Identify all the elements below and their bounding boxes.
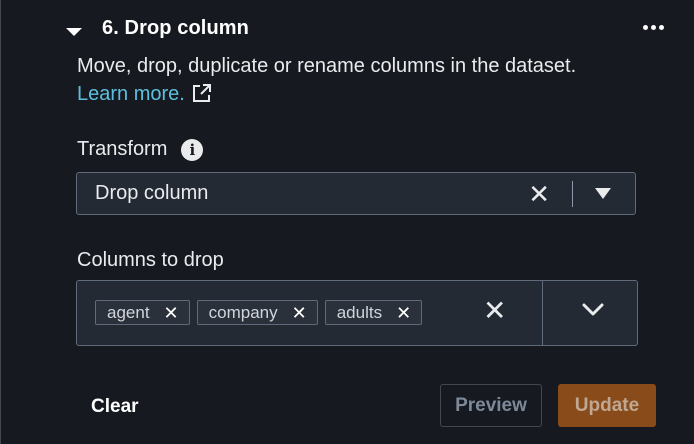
tag-label: adults <box>336 302 383 322</box>
close-icon[interactable]: ✕ <box>483 297 506 325</box>
column-tag: company ✕ <box>196 300 318 325</box>
description-text: Move, drop, duplicate or rename columns … <box>77 55 577 77</box>
clear-button[interactable]: Clear <box>91 396 139 418</box>
transform-label-row: Transform i <box>77 138 204 161</box>
select-divider <box>572 180 573 207</box>
caret-down-icon[interactable] <box>66 28 82 36</box>
dot <box>659 25 664 30</box>
ellipsis-icon[interactable] <box>643 25 664 30</box>
tag-list: agent ✕ company ✕ adults ✕ <box>95 300 423 325</box>
chevron-down-icon[interactable] <box>582 303 604 322</box>
tag-label: company <box>208 302 278 322</box>
remove-tag-icon[interactable]: ✕ <box>396 304 411 322</box>
transform-selected-value: Drop column <box>95 182 209 204</box>
column-tag: adults ✕ <box>324 300 423 325</box>
learn-more-link[interactable]: Learn more. <box>77 83 185 105</box>
columns-multiselect[interactable]: agent ✕ company ✕ adults ✕ ✕ <box>76 280 638 346</box>
columns-to-drop-label: Columns to drop <box>77 249 224 271</box>
transform-select[interactable]: Drop column ✕ <box>76 172 636 215</box>
multiselect-divider <box>542 281 543 345</box>
step-title: 6. Drop column <box>102 16 249 39</box>
transform-label: Transform <box>77 138 168 160</box>
triangle-down-icon[interactable] <box>595 188 611 199</box>
step-header: 6. Drop column <box>66 14 249 42</box>
remove-tag-icon[interactable]: ✕ <box>164 304 179 322</box>
remove-tag-icon[interactable]: ✕ <box>292 304 307 322</box>
dot <box>643 25 648 30</box>
preview-button[interactable]: Preview <box>440 384 542 427</box>
update-button[interactable]: Update <box>558 384 656 427</box>
step-description: Move, drop, duplicate or rename columns … <box>77 52 597 111</box>
dot <box>651 25 656 30</box>
column-tag: agent ✕ <box>95 300 190 325</box>
tag-label: agent <box>107 302 150 322</box>
close-icon[interactable]: ✕ <box>528 181 550 207</box>
info-icon[interactable]: i <box>181 138 204 161</box>
panel-border <box>0 0 1 444</box>
external-link-icon[interactable] <box>191 83 213 111</box>
